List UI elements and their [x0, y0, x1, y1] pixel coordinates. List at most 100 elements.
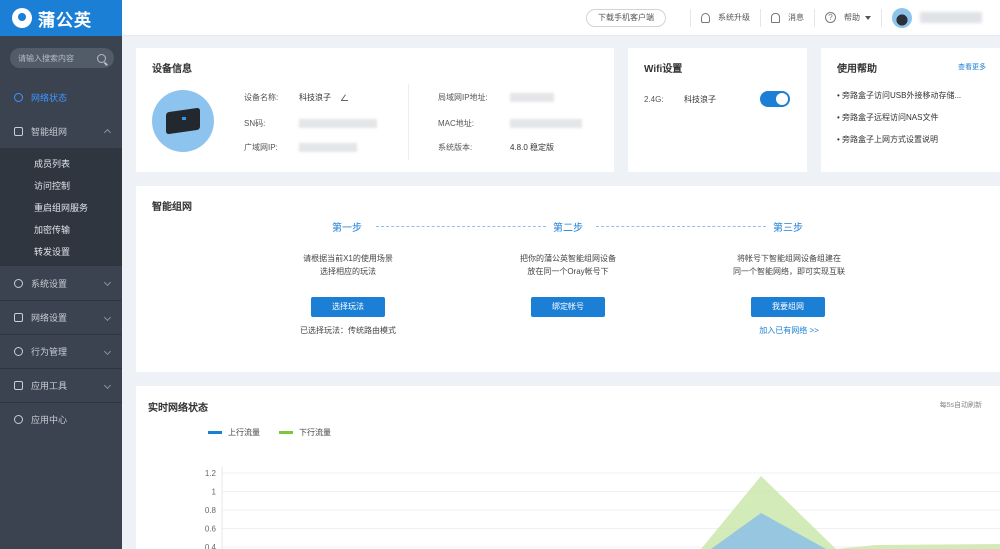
help-menu[interactable]: ? 帮助 — [825, 12, 871, 23]
network-settings-icon — [14, 313, 23, 322]
sidebar-item-app-center[interactable]: 应用中心 — [0, 402, 122, 436]
help-link-text: 旁路盒子访问USB外接移动存储... — [842, 91, 962, 100]
wan-ip-label: 广域网IP: — [244, 143, 278, 152]
bell-icon — [771, 12, 780, 23]
smart-network-card: 智能组网 第一步 第二步 第三步 请根据当前X1的使用场景 选择相应的玩法 把你… — [136, 186, 1000, 372]
version-value: 4.8.0 稳定版 — [510, 143, 555, 152]
sidebar-item-label: 网络状态 — [31, 92, 68, 103]
device-info-title: 设备信息 — [152, 64, 192, 75]
version-label: 系统版本: — [438, 143, 473, 152]
step-1-desc: 请根据当前X1的使用场景 选择相应的玩法 — [248, 252, 448, 278]
bind-account-button[interactable]: 绑定帐号 — [531, 297, 605, 317]
step-1-desc-line1: 请根据当前X1的使用场景 — [303, 254, 393, 263]
step-connector — [596, 226, 766, 227]
sidebar-subitem-encryption[interactable]: 加密传输 — [0, 218, 122, 240]
chevron-down-icon — [103, 313, 112, 322]
sidebar-item-smart-network[interactable]: 智能组网 — [0, 114, 122, 148]
help-card: 使用帮助 查看更多 • 旁路盒子访问USB外接移动存储... • 旁路盒子远程访… — [821, 48, 1000, 172]
view-more-link[interactable]: 查看更多 — [958, 62, 986, 72]
upgrade-link[interactable]: 系统升级 — [701, 12, 750, 23]
smart-network-title: 智能组网 — [152, 202, 192, 213]
sidebar-item-system-settings[interactable]: 系统设置 — [0, 266, 122, 300]
wifi-toggle[interactable] — [760, 91, 790, 107]
step-3-label: 第三步 — [773, 223, 803, 234]
user-menu[interactable] — [892, 7, 982, 28]
wifi-band: 2.4G: — [644, 95, 664, 104]
chevron-down-icon — [103, 381, 112, 390]
step-2-label: 第二步 — [553, 223, 583, 234]
help-link-text: 旁路盒子远程访问NAS文件 — [842, 113, 939, 122]
sidebar-item-label: 网络设置 — [31, 313, 68, 323]
sidebar: 蒲公英 网络状态 智能组网 成员列表 访问控制 重启组网服务 加密传输 转发设置… — [0, 0, 122, 549]
divider — [760, 8, 761, 27]
choose-mode-button[interactable]: 选择玩法 — [311, 297, 385, 317]
version-row: 系统版本: 4.8.0 稳定版 — [438, 142, 554, 153]
divider — [408, 84, 409, 160]
wifi-title: Wifi设置 — [644, 64, 683, 75]
behavior-icon — [14, 347, 23, 356]
join-network-link[interactable]: 加入已有网络 >> — [689, 325, 889, 336]
edit-icon[interactable] — [341, 94, 348, 101]
device-info-card: 设备信息 设备名称: 科技浪子 SN码: 广域网IP: 局域网IP地址: MAC… — [136, 48, 614, 172]
caret-down-icon — [865, 15, 871, 20]
y-tick-label: 1.2 — [205, 469, 217, 478]
top-header: 下载手机客户端 系统升级 消息 ? 帮助 — [122, 0, 1000, 36]
search-input[interactable] — [18, 53, 93, 63]
sidebar-item-label: 智能组网 — [31, 126, 68, 137]
step-3-desc-line1: 将帐号下智能组网设备组建在 — [737, 254, 841, 263]
create-network-button[interactable]: 我要组网 — [751, 297, 825, 317]
wan-ip-redacted — [299, 143, 357, 152]
sidebar-item-behavior[interactable]: 行为管理 — [0, 334, 122, 368]
sidebar-item-network-status[interactable]: 网络状态 — [0, 80, 122, 114]
sidebar-subitem-forwarding[interactable]: 转发设置 — [0, 240, 122, 262]
logo-icon — [12, 8, 32, 28]
help-label: 帮助 — [844, 13, 860, 22]
sidebar-subitem-members[interactable]: 成员列表 — [0, 152, 122, 174]
network-status-icon — [14, 92, 23, 102]
logo[interactable]: 蒲公英 — [0, 0, 122, 36]
chart-grid — [221, 467, 1000, 549]
messages-label: 消息 — [788, 13, 804, 22]
toolbox-icon — [14, 381, 23, 390]
step-2-desc-line1: 把你的蒲公英智能组网设备 — [520, 254, 616, 263]
gear-icon — [14, 278, 23, 288]
search-icon[interactable] — [97, 53, 106, 63]
smart-network-icon — [14, 126, 23, 136]
chart-y-ticks: 1.2 1 0.8 0.6 0.4 — [205, 469, 217, 549]
sidebar-item-label: 行为管理 — [31, 347, 68, 357]
sidebar-item-label: 应用中心 — [31, 415, 68, 425]
lan-ip-label: 局域网IP地址: — [438, 93, 488, 102]
upgrade-label: 系统升级 — [718, 13, 750, 22]
sidebar-subitem-access-control[interactable]: 访问控制 — [0, 174, 122, 196]
help-link-text: 旁路盒子上网方式设置说明 — [842, 135, 939, 144]
messages-link[interactable]: 消息 — [771, 12, 804, 23]
chevron-down-icon — [103, 347, 112, 356]
wan-ip-row: 广域网IP: — [244, 142, 357, 153]
help-link[interactable]: • 旁路盒子上网方式设置说明 — [837, 134, 983, 145]
mac-row: MAC地址: — [438, 118, 582, 129]
lan-ip-row: 局域网IP地址: — [438, 92, 554, 103]
step-1-desc-line2: 选择相应的玩法 — [320, 267, 376, 276]
device-image — [152, 90, 214, 152]
sidebar-item-label: 应用工具 — [31, 381, 68, 391]
sidebar-item-label: 系统设置 — [31, 278, 68, 289]
help-link[interactable]: • 旁路盒子远程访问NAS文件 — [837, 112, 983, 123]
divider — [690, 8, 691, 27]
y-tick-label: 0.4 — [205, 543, 217, 549]
step-3-desc-line2: 同一个智能网络，即可实现互联 — [733, 267, 845, 276]
device-name-value: 科技浪子 — [299, 93, 331, 102]
sidebar-item-network-settings[interactable]: 网络设置 — [0, 300, 122, 334]
download-app-button[interactable]: 下载手机客户端 — [586, 8, 666, 27]
sidebar-item-tools[interactable]: 应用工具 — [0, 368, 122, 402]
help-link[interactable]: • 旁路盒子访问USB外接移动存储... — [837, 90, 983, 101]
step-connector — [376, 226, 546, 227]
sidebar-subitem-restart-service[interactable]: 重启组网服务 — [0, 196, 122, 218]
chevron-down-icon — [103, 278, 112, 287]
device-name-row: 设备名称: 科技浪子 — [244, 92, 348, 103]
step-1-label: 第一步 — [332, 223, 362, 234]
app-center-icon — [14, 415, 23, 424]
traffic-chart: 1.2 1 0.8 0.6 0.4 — [205, 467, 1000, 549]
rocket-icon — [701, 12, 710, 23]
username-redacted — [920, 12, 982, 23]
y-tick-label: 0.6 — [205, 525, 217, 534]
